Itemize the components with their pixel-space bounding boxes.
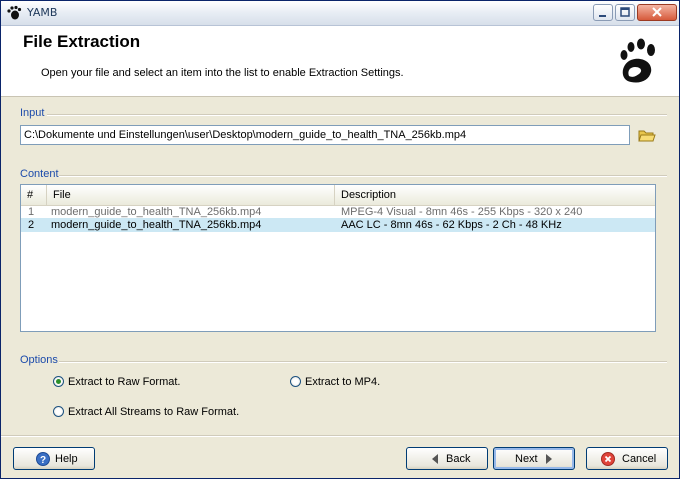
open-folder-icon[interactable] xyxy=(637,125,657,145)
input-path-field[interactable]: C:\Dokumente und Einstellungen\user\Desk… xyxy=(20,125,630,145)
list-header: # File Description xyxy=(21,185,655,206)
content-group-label: Content xyxy=(20,168,59,180)
next-button-label: Next xyxy=(515,453,538,465)
title-bar[interactable]: YAMB xyxy=(1,1,679,26)
page-title: File Extraction xyxy=(23,32,141,51)
cancel-button[interactable]: Cancel xyxy=(586,447,668,470)
minimize-button[interactable] xyxy=(593,4,613,21)
next-button[interactable]: Next xyxy=(493,447,575,470)
list-row-2[interactable]: 2 modern_guide_to_health_TNA_256kb.mp4 A… xyxy=(21,218,655,232)
list-row-1[interactable]: 1 modern_guide_to_health_TNA_256kb.mp4 M… xyxy=(21,205,655,219)
close-icon xyxy=(652,7,662,17)
close-button[interactable] xyxy=(637,4,677,21)
radio-extract-all-streams-label: Extract All Streams to Raw Format. xyxy=(68,406,240,418)
row-number: 1 xyxy=(28,206,35,218)
help-icon: ? xyxy=(36,452,50,466)
maximize-icon xyxy=(620,7,630,17)
page-subtitle: Open your file and select an item into t… xyxy=(41,67,404,79)
column-header-number[interactable]: # xyxy=(21,185,47,205)
options-divider xyxy=(59,361,667,363)
row-description: AAC LC - 8mn 46s - 62 Kbps - 2 Ch - 48 K… xyxy=(341,219,562,231)
row-file: modern_guide_to_health_TNA_256kb.mp4 xyxy=(51,206,262,218)
help-button[interactable]: ? Help xyxy=(13,447,95,470)
input-divider xyxy=(47,114,667,116)
window-title: YAMB xyxy=(27,6,58,19)
column-header-file[interactable]: File xyxy=(47,185,335,205)
back-button[interactable]: Back xyxy=(406,447,488,470)
content-listview[interactable]: # File Description 1 modern_guide_to_hea… xyxy=(20,184,656,332)
cancel-button-label: Cancel xyxy=(622,453,657,465)
content-divider xyxy=(59,175,667,177)
cancel-icon xyxy=(601,452,615,466)
minimize-icon xyxy=(599,15,606,17)
back-arrow-icon xyxy=(432,454,438,464)
radio-circle xyxy=(290,376,301,387)
yamb-app-icon xyxy=(7,5,22,20)
wizard-header: File Extraction Open your file and selec… xyxy=(1,26,679,97)
svg-text:?: ? xyxy=(40,455,46,466)
gnome-foot-logo xyxy=(620,38,655,83)
help-button-label: Help xyxy=(55,453,78,465)
back-button-label: Back xyxy=(446,453,471,465)
row-number: 2 xyxy=(28,219,35,231)
row-file: modern_guide_to_health_TNA_256kb.mp4 xyxy=(51,219,262,231)
next-arrow-icon xyxy=(546,454,552,464)
radio-circle-checked xyxy=(53,376,64,387)
button-bar-divider xyxy=(1,435,679,437)
input-group-label: Input xyxy=(20,107,45,119)
options-group-label: Options xyxy=(20,354,58,366)
radio-circle xyxy=(53,406,64,417)
maximize-button[interactable] xyxy=(615,4,635,21)
radio-extract-mp4-label: Extract to MP4. xyxy=(305,376,381,388)
column-header-description[interactable]: Description xyxy=(335,185,655,205)
radio-extract-raw-label: Extract to Raw Format. xyxy=(68,376,181,388)
yamb-window: YAMB File Extraction Open your file and … xyxy=(0,0,680,479)
row-description: MPEG-4 Visual - 8mn 46s - 255 Kbps - 320… xyxy=(341,206,583,218)
